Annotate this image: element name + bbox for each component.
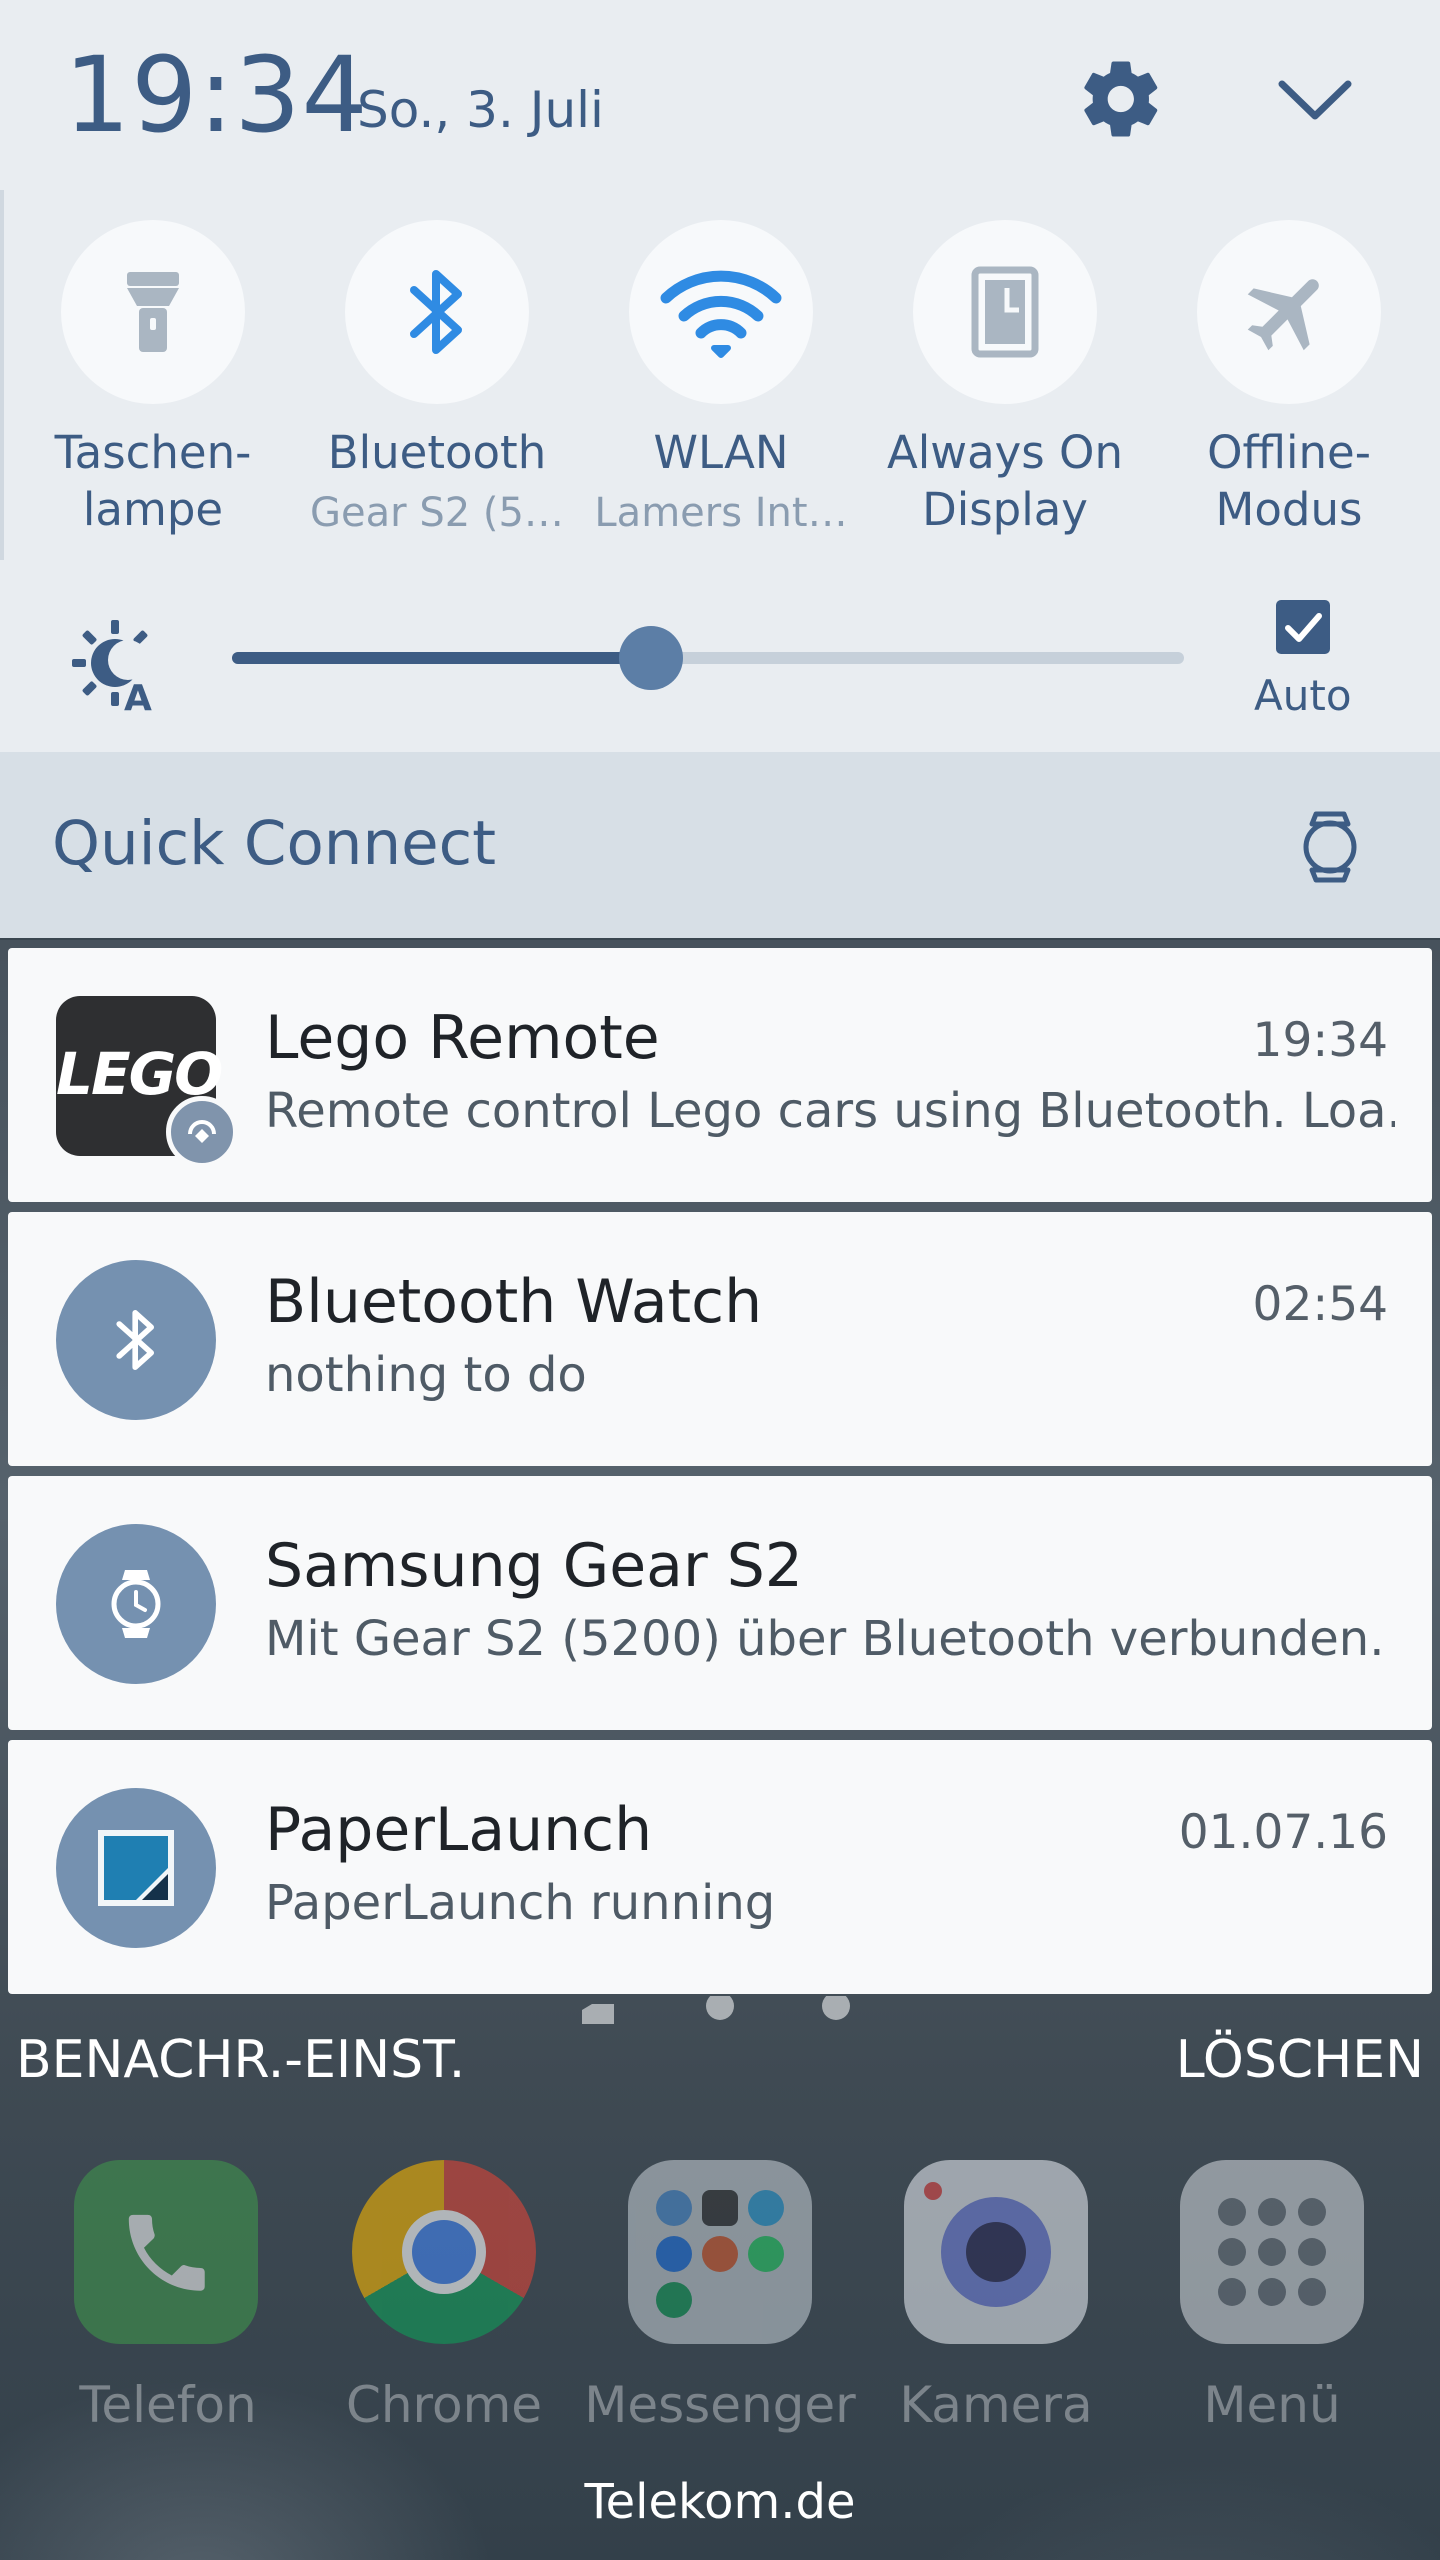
notification-text: PaperLaunch running <box>265 1875 776 1931</box>
bluetooth-watch-app-icon <box>56 1260 216 1420</box>
bluetooth-icon <box>116 1310 154 1370</box>
brightness-slider[interactable] <box>232 626 1184 690</box>
phone-icon[interactable] <box>74 2160 258 2344</box>
tile-bluetooth[interactable]: Bluetooth Gear S2 (5… <box>276 220 564 560</box>
chevron-down-icon[interactable] <box>1270 64 1360 134</box>
paperlaunch-app-icon <box>56 1788 216 1948</box>
dock-label: Chrome <box>345 2376 543 2434</box>
camera-icon[interactable] <box>904 2160 1088 2344</box>
notification-text: Remote control Lego cars using Bluetooth… <box>265 1083 1395 1139</box>
quick-settings-panel: 19:34 So., 3. Juli Taschen-lampe Bluetoo… <box>0 0 1440 752</box>
brightness-slider-thumb[interactable] <box>618 626 683 690</box>
tile-circle[interactable] <box>61 220 245 404</box>
watch-icon[interactable] <box>1290 802 1370 892</box>
tile-label: Bluetooth <box>327 426 547 479</box>
wifi-icon <box>660 270 782 358</box>
quick-connect-bar[interactable]: Quick Connect <box>0 752 1440 938</box>
carrier-label: Telekom.de <box>584 2474 856 2530</box>
bluetooth-icon <box>410 270 462 354</box>
tile-sublabel: Gear S2 (5… <box>310 490 564 536</box>
tile-label: Always On Display <box>887 426 1123 536</box>
chrome-icon[interactable] <box>352 2160 536 2344</box>
notification-bluetooth-watch[interactable]: Bluetooth Watch 02:54 nothing to do <box>8 1212 1432 1466</box>
notification-title: Bluetooth Watch <box>265 1267 763 1337</box>
notification-settings-button[interactable]: BENACHR.-EINST. <box>16 2026 465 2094</box>
tile-circle[interactable] <box>1197 220 1381 404</box>
checkmark-icon <box>1285 613 1322 642</box>
tile-circle[interactable] <box>913 220 1097 404</box>
quick-connect-title: Quick Connect <box>52 808 497 879</box>
tile-sublabel: Lamers Int… <box>594 490 848 536</box>
tile-label: WLAN <box>653 426 789 479</box>
tile-circle[interactable] <box>629 220 813 404</box>
dock-label: Kamera <box>899 2376 1093 2434</box>
tile-wlan[interactable]: WLAN Lamers Int… <box>560 220 848 560</box>
dock-label: Telefon <box>79 2376 257 2434</box>
watch-icon <box>111 1570 161 1638</box>
always-on-display-icon <box>971 266 1039 358</box>
gear-icon[interactable] <box>1076 54 1166 144</box>
tile-offline-mode[interactable]: Offline- Modus <box>1128 220 1388 560</box>
tile-label: Taschen-lampe <box>54 426 252 536</box>
notification-lego-remote[interactable]: LEGO Lego Remote 19:34 Remote control Le… <box>8 948 1432 1202</box>
auto-brightness-icon: A <box>72 620 152 714</box>
dock-label: Menü <box>1203 2376 1341 2434</box>
tile-label: Offline- Modus <box>1207 426 1371 536</box>
auto-brightness-checkbox[interactable] <box>1276 600 1330 654</box>
airplane-icon <box>1247 279 1319 351</box>
svg-text:A: A <box>124 678 152 714</box>
notification-title: Samsung Gear S2 <box>265 1531 803 1601</box>
notification-text: Mit Gear S2 (5200) über Bluetooth verbun… <box>265 1611 1385 1667</box>
gear-s2-app-icon <box>56 1524 216 1684</box>
notification-title: Lego Remote <box>265 1003 660 1073</box>
notification-actions-bar: BENACHR.-EINST. LÖSCHEN <box>0 2018 1440 2098</box>
notification-samsung-gear[interactable]: Samsung Gear S2 Mit Gear S2 (5200) über … <box>8 1476 1432 1730</box>
tile-flashlight[interactable]: Taschen-lampe <box>0 220 252 560</box>
paperlaunch-icon <box>98 1830 174 1906</box>
date: So., 3. Juli <box>357 81 604 139</box>
flashlight-icon <box>127 272 179 352</box>
notification-title: PaperLaunch <box>265 1795 653 1865</box>
tile-circle[interactable] <box>345 220 529 404</box>
tile-always-on-display[interactable]: Always On Display <box>844 220 1123 560</box>
clear-all-button[interactable]: LÖSCHEN <box>1176 2026 1424 2094</box>
auto-brightness-label: Auto <box>1254 671 1352 720</box>
notification-text: nothing to do <box>265 1347 587 1403</box>
notification-time: 01.07.16 <box>1178 1805 1388 1860</box>
notification-time: 19:34 <box>1252 1013 1388 1068</box>
notification-paperlaunch[interactable]: PaperLaunch 01.07.16 PaperLaunch running <box>8 1740 1432 1994</box>
dock-label: Messenger <box>584 2376 856 2434</box>
apps-grid-icon[interactable] <box>1180 2160 1364 2344</box>
brightness-slider-fill <box>232 652 651 664</box>
notification-time: 02:54 <box>1252 1277 1388 1332</box>
clock: 19:34 <box>64 34 369 156</box>
messenger-folder-icon[interactable] <box>628 2160 812 2344</box>
remote-badge-icon <box>166 1096 238 1168</box>
